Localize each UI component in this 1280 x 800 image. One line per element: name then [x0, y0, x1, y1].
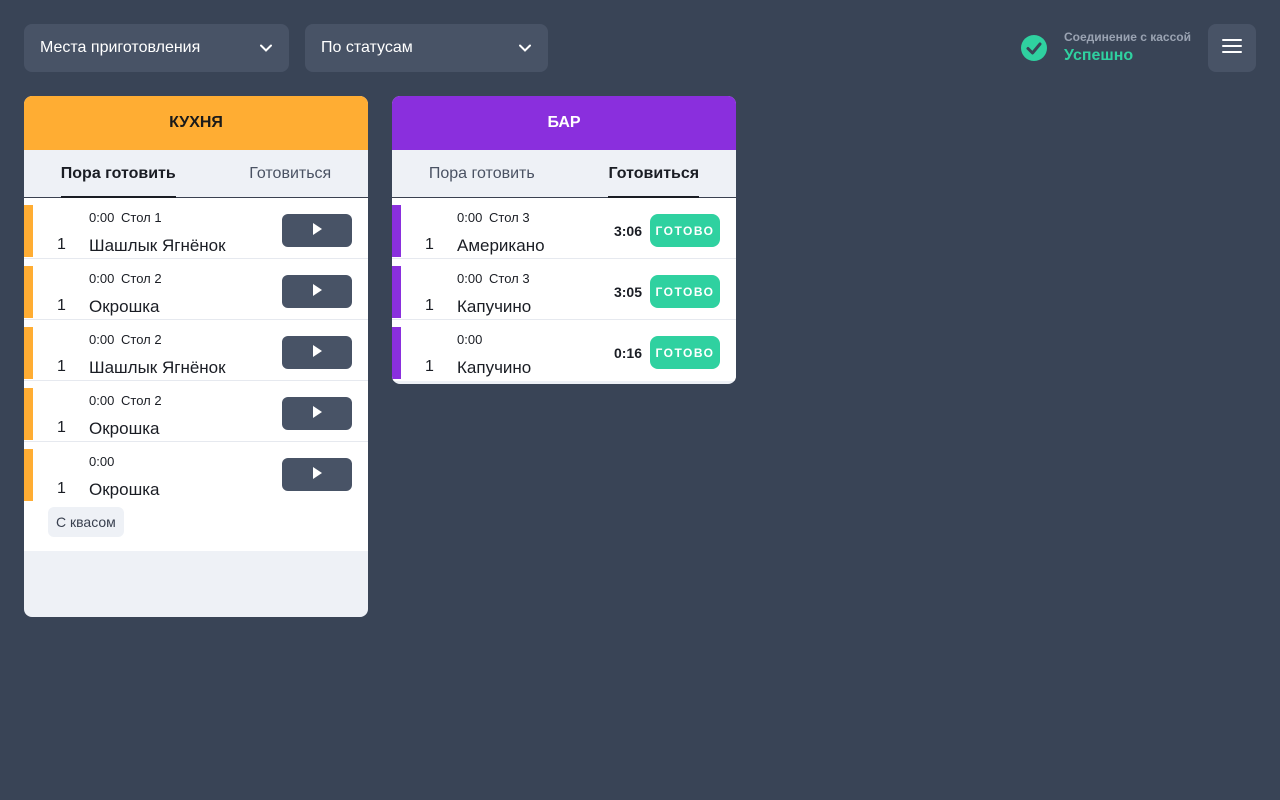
order-timer: 0:16 [613, 345, 642, 361]
order-qty: 1 [57, 480, 66, 497]
kitchen-title: КУХНЯ [24, 96, 368, 150]
order-qty: 1 [57, 419, 66, 436]
status-dropdown[interactable]: По статусам [305, 24, 548, 72]
order-stripe [24, 327, 33, 379]
hamburger-menu-icon [1222, 38, 1242, 59]
start-cooking-button[interactable] [282, 275, 352, 308]
done-button[interactable]: ГОТОВО [650, 336, 720, 369]
order-qty: 1 [425, 297, 434, 314]
order-dish: Капучино [457, 358, 532, 377]
order-stripe [24, 205, 33, 257]
order-stripe [392, 205, 401, 257]
order-timer: 3:06 [613, 223, 642, 239]
order-row: 0:00 Стол 3 1 Американо 3:06 ГОТОВО [392, 198, 736, 259]
order-row: 0:00 Стол 2 1 Окрошка [24, 259, 368, 320]
connection-label: Соединение с кассой [1064, 30, 1191, 44]
order-dish: Окрошка [89, 419, 160, 438]
order-row: 0:00 Стол 3 1 Капучино 3:05 ГОТОВО [392, 259, 736, 320]
start-cooking-button[interactable] [282, 397, 352, 430]
order-time: 0:00 [89, 393, 115, 408]
order-qty: 1 [57, 297, 66, 314]
order-table: Стол 2 [121, 393, 162, 408]
bar-order-list: 0:00 Стол 3 1 Американо 3:06 ГОТОВО 0:00… [392, 198, 736, 381]
order-row: 0:00 Стол 2 1 Окрошка [24, 381, 368, 442]
start-cooking-button[interactable] [282, 458, 352, 491]
order-dish: Шашлык Ягнёнок [89, 358, 226, 377]
tab-cooking[interactable]: Готовиться [249, 150, 331, 198]
kitchen-panel: КУХНЯ Пора готовить Готовиться 0:00 Стол… [24, 96, 368, 617]
order-timer: 3:05 [613, 284, 642, 300]
places-dropdown-label: Места приготовления [40, 39, 201, 56]
play-icon [312, 344, 322, 362]
done-button[interactable]: ГОТОВО [650, 214, 720, 247]
order-stripe [24, 449, 33, 501]
play-icon [312, 466, 322, 484]
order-stripe [24, 266, 33, 318]
check-circle-icon [1020, 34, 1048, 62]
connection-status-value: Успешно [1064, 47, 1134, 64]
order-table: Стол 1 [121, 210, 162, 225]
done-button[interactable]: ГОТОВО [650, 275, 720, 308]
bar-panel: БАР Пора готовить Готовиться 0:00 Стол 3… [392, 96, 736, 384]
order-row: 0:00 1 Капучино 0:16 ГОТОВО [392, 320, 736, 381]
order-table: Стол 2 [121, 271, 162, 286]
order-dish: Окрошка [89, 480, 160, 499]
order-time: 0:00 [457, 332, 483, 347]
order-time: 0:00 [89, 210, 115, 225]
order-qty: 1 [425, 236, 434, 253]
chevron-down-icon [259, 41, 273, 55]
kitchen-order-list: 0:00 Стол 1 1 Шашлык Ягнёнок 0:00 Стол 2… [24, 198, 368, 551]
order-row: 0:00 1 Окрошка [24, 442, 368, 503]
order-time: 0:00 [457, 210, 483, 225]
order-dish: Шашлык Ягнёнок [89, 236, 226, 255]
order-table: Стол 3 [489, 210, 530, 225]
order-table: Стол 2 [121, 332, 162, 347]
start-cooking-button[interactable] [282, 336, 352, 369]
play-icon [312, 222, 322, 240]
order-note-wrap: С квасом [24, 503, 368, 551]
connection-status: Соединение с кассой Успешно [1020, 29, 1191, 67]
play-icon [312, 283, 322, 301]
bar-title: БАР [392, 96, 736, 150]
places-dropdown[interactable]: Места приготовления [24, 24, 289, 72]
order-row: 0:00 Стол 2 1 Шашлык Ягнёнок [24, 320, 368, 381]
order-qty: 1 [425, 358, 434, 375]
kitchen-tabs: Пора готовить Готовиться [24, 150, 368, 198]
start-cooking-button[interactable] [282, 214, 352, 247]
order-time: 0:00 [89, 454, 115, 469]
order-dish: Американо [457, 236, 545, 255]
tab-ready-to-cook[interactable]: Пора готовить [60, 150, 176, 198]
order-time: 0:00 [89, 271, 115, 286]
order-qty: 1 [57, 236, 66, 253]
status-dropdown-label: По статусам [321, 39, 413, 56]
order-note: С квасом [48, 507, 124, 537]
order-time: 0:00 [457, 271, 483, 286]
order-dish: Окрошка [89, 297, 160, 316]
order-stripe [392, 266, 401, 318]
order-qty: 1 [57, 358, 66, 375]
menu-button[interactable] [1208, 24, 1256, 72]
tab-ready-to-cook[interactable]: Пора готовить [429, 150, 535, 198]
chevron-down-icon [518, 41, 532, 55]
tab-cooking[interactable]: Готовиться [608, 150, 699, 198]
order-stripe [24, 388, 33, 440]
order-time: 0:00 [89, 332, 115, 347]
order-row: 0:00 Стол 1 1 Шашлык Ягнёнок [24, 198, 368, 259]
order-dish: Капучино [457, 297, 532, 316]
bar-tabs: Пора готовить Готовиться [392, 150, 736, 198]
order-stripe [392, 327, 401, 379]
order-table: Стол 3 [489, 271, 530, 286]
play-icon [312, 405, 322, 423]
